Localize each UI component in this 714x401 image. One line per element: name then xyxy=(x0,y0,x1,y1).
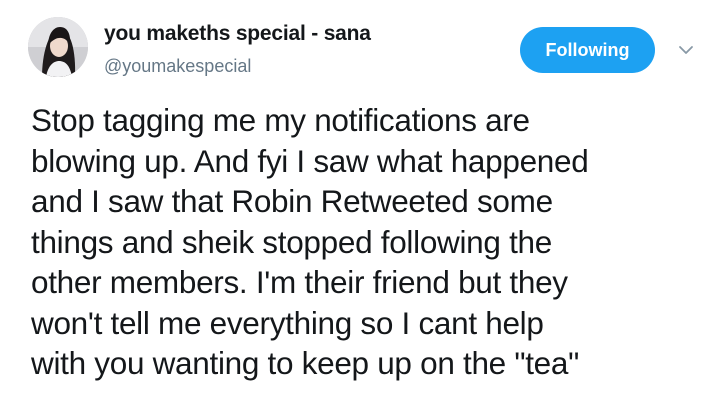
profile-photo-icon xyxy=(28,17,88,77)
tweet-card: you makeths special - sana @youmakespeci… xyxy=(0,0,714,401)
tweet-text-line: with you wanting to keep up on the "tea" xyxy=(31,345,579,381)
tweet-text-line: and I saw that Robin Retweeted some xyxy=(31,183,553,219)
tweet-text: Stop tagging me my notifications are blo… xyxy=(31,100,701,384)
following-button[interactable]: Following xyxy=(520,27,655,73)
tweet-text-line: blowing up. And fyi I saw what happened xyxy=(31,142,589,179)
tweet-text-line: won't tell me everything so I cant help xyxy=(31,304,544,341)
tweet-text-line: other members. I'm their friend but they xyxy=(31,264,568,300)
author-display-name[interactable]: you makeths special - sana xyxy=(104,22,371,46)
tweet-text-line: Stop tagging me my notifications are xyxy=(31,102,530,138)
author-handle[interactable]: @youmakespecial xyxy=(104,56,251,77)
author-avatar[interactable] xyxy=(28,17,88,77)
chevron-down-icon[interactable] xyxy=(676,40,696,60)
tweet-text-line: things and sheik stopped following the xyxy=(31,223,552,260)
